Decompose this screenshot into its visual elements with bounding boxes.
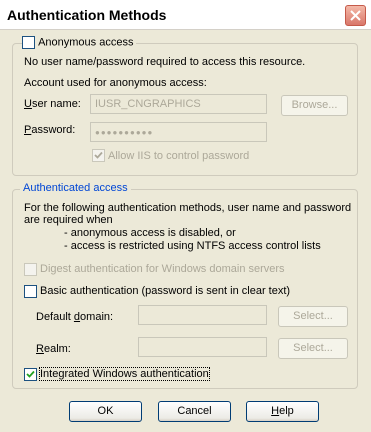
default-domain-label: Default domain:: [36, 311, 114, 323]
default-domain-select-button[interactable]: Select...: [278, 306, 348, 327]
username-label: User name:: [24, 98, 81, 110]
window-title: Authentication Methods: [7, 7, 167, 23]
anonymous-account-caption: Account used for anonymous access:: [24, 77, 207, 89]
authenticated-bullet2: - access is restricted using NTFS access…: [64, 240, 321, 252]
allow-iis-label: Allow IIS to control password: [108, 150, 250, 162]
close-icon: [350, 10, 361, 21]
anonymous-access-label: Anonymous access: [38, 36, 134, 49]
checkmark-icon: [26, 370, 35, 378]
help-button[interactable]: Help: [246, 401, 319, 422]
digest-auth-checkbox[interactable]: [24, 263, 37, 276]
anonymous-access-option[interactable]: Anonymous access: [22, 36, 137, 49]
cancel-button[interactable]: Cancel: [158, 401, 231, 422]
allow-iis-checkbox[interactable]: [92, 149, 105, 162]
password-field[interactable]: ●●●●●●●●●●: [90, 122, 267, 142]
realm-label: Realm:: [36, 343, 71, 355]
browse-button[interactable]: Browse...: [281, 95, 348, 116]
username-field[interactable]: IUSR_CNGRAPHICS: [90, 94, 267, 114]
password-label: Password:: [24, 124, 76, 136]
basic-auth-label: Basic authentication (password is sent i…: [40, 285, 291, 297]
close-button[interactable]: [345, 5, 366, 26]
anonymous-access-checkbox[interactable]: [22, 36, 35, 49]
integrated-windows-auth-checkbox[interactable]: [24, 368, 37, 381]
authenticated-description-line2: are required when: [24, 214, 113, 226]
realm-select-button[interactable]: Select...: [278, 338, 348, 359]
title-bar: Authentication Methods: [0, 0, 371, 30]
integrated-windows-auth-label: Integrated Windows authentication: [39, 367, 210, 381]
basic-auth-checkbox[interactable]: [24, 285, 37, 298]
checkmark-icon: [94, 151, 103, 159]
authenticated-access-legend: Authenticated access: [20, 182, 131, 194]
ok-button[interactable]: OK: [69, 401, 142, 422]
authenticated-bullet1: - anonymous access is disabled, or: [64, 227, 236, 239]
anonymous-description: No user name/password required to access…: [24, 56, 306, 68]
realm-field[interactable]: [138, 337, 267, 357]
default-domain-field[interactable]: [138, 305, 267, 325]
digest-auth-label: Digest authentication for Windows domain…: [40, 263, 285, 275]
authenticated-description-line1: For the following authentication methods…: [24, 202, 352, 214]
